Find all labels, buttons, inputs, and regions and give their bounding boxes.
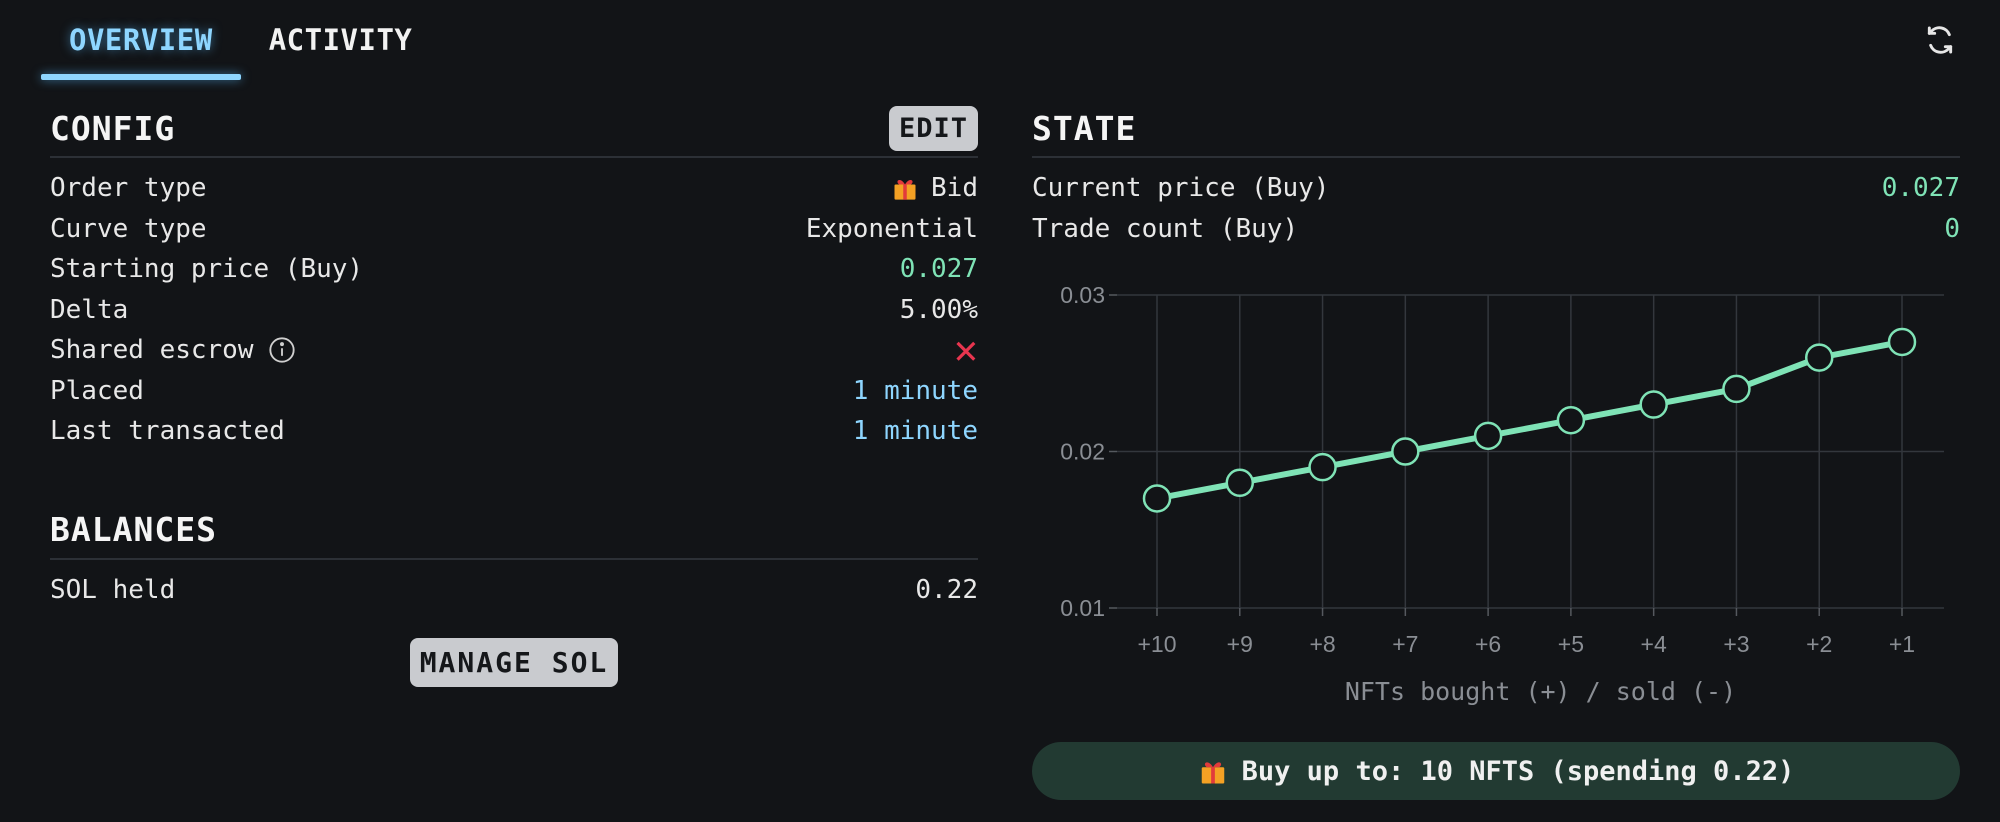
state-row-current-price: Current price (Buy) 0.027: [1032, 168, 1960, 209]
balance-row-sol-held: SOL held 0.22: [50, 570, 978, 611]
price-point[interactable]: [1308, 452, 1337, 482]
balances-rows: SOL held 0.22: [50, 570, 978, 611]
x-tick-label: +7: [1392, 631, 1418, 657]
x-tick-label: +5: [1558, 631, 1584, 657]
row-label: Curve type: [50, 213, 207, 244]
price-point[interactable]: [1722, 374, 1751, 404]
row-label: Current price (Buy): [1032, 173, 1330, 204]
row-label: Delta: [50, 294, 129, 325]
price-point[interactable]: [1391, 437, 1420, 466]
refresh-icon[interactable]: [1924, 24, 1956, 56]
starting-price-value: 0.027: [899, 254, 978, 285]
x-tick-label: +6: [1475, 631, 1501, 657]
price-point[interactable]: [1887, 327, 1917, 357]
config-header: CONFIG EDIT: [50, 100, 978, 158]
tab-bar: OVERVIEW ACTIVITY: [41, 0, 440, 80]
price-point[interactable]: [1804, 343, 1834, 372]
balances-title: BALANCES: [50, 510, 217, 549]
price-point[interactable]: [1473, 421, 1503, 451]
row-label: Order type: [50, 173, 207, 204]
curve-type-value: Exponential: [805, 213, 978, 244]
info-icon[interactable]: [268, 336, 296, 364]
tab-activity[interactable]: ACTIVITY: [241, 0, 441, 80]
row-label: SOL held: [50, 574, 176, 605]
x-tick-label: +2: [1806, 631, 1832, 657]
right-column: STATE Current price (Buy) 0.027 Trade co…: [1032, 100, 1960, 249]
buy-summary-pill: Buy up to: 10 NFTS (spending 0.22): [1032, 742, 1960, 800]
config-row-shared-escrow: Shared escrow ✕: [50, 330, 978, 371]
row-label: Placed: [50, 375, 144, 406]
left-column: CONFIG EDIT Order type Bid Curve type Ex…: [50, 100, 978, 687]
config-title: CONFIG: [50, 108, 176, 148]
x-tick-label: +10: [1137, 631, 1176, 657]
x-tick-label: +8: [1309, 631, 1335, 657]
y-tick-label: 0.01: [1060, 595, 1105, 621]
row-label: Trade count (Buy): [1032, 213, 1299, 244]
row-label: Last transacted: [50, 416, 285, 447]
config-row-last-transacted: Last transacted 1 minute: [50, 411, 978, 452]
row-label: Starting price (Buy): [50, 254, 364, 285]
order-type-value: Bid: [931, 173, 978, 204]
edit-button[interactable]: EDIT: [888, 105, 978, 151]
price-point[interactable]: [1639, 390, 1668, 419]
trade-count-value: 0: [1944, 213, 1960, 244]
manage-sol-button[interactable]: MANAGE SOL: [409, 638, 619, 687]
buy-summary-text: Buy up to: 10 NFTS (spending 0.22): [1241, 755, 1795, 787]
config-row-placed: Placed 1 minute: [50, 371, 978, 412]
manage-wrap: MANAGE SOL: [50, 638, 978, 687]
state-rows: Current price (Buy) 0.027 Trade count (B…: [1032, 168, 1960, 249]
placed-value[interactable]: 1 minute: [853, 376, 978, 406]
state-header: STATE: [1032, 100, 1960, 158]
state-row-trade-count: Trade count (Buy) 0: [1032, 209, 1960, 250]
row-value-order-type: Bid: [891, 173, 978, 203]
state-title: STATE: [1032, 108, 1137, 148]
x-tick-label: +3: [1723, 631, 1749, 657]
price-curve-line: [1154, 338, 1905, 502]
balances-section: BALANCES SOL held 0.22 MANAGE SOL: [50, 502, 978, 687]
price-point[interactable]: [1225, 468, 1255, 498]
price-point[interactable]: [1556, 405, 1586, 435]
x-axis-label: NFTs bought (+) / sold (-): [1345, 677, 1736, 706]
config-row-curve-type: Curve type Exponential: [50, 209, 978, 250]
y-tick-label: 0.03: [1060, 282, 1105, 308]
config-row-starting-price: Starting price (Buy) 0.027: [50, 249, 978, 290]
row-label: Shared escrow: [50, 335, 254, 366]
gift-icon: [1201, 762, 1224, 784]
x-tick-label: +1: [1889, 631, 1915, 657]
cross-icon: ✕: [953, 327, 978, 374]
price-curve-chart: 0.01 0.02 0.03 +10 +9 +8 +7 +6 +5 +4 +3 +2 +1 NFTs bo…: [1060, 282, 1944, 706]
x-tick-label: +9: [1227, 631, 1253, 657]
config-row-delta: Delta 5.00%: [50, 290, 978, 331]
delta-value: 5.00%: [899, 294, 978, 325]
y-tick-label: 0.02: [1060, 439, 1105, 465]
config-row-order-type: Order type Bid: [50, 168, 978, 209]
sol-held-value: 0.22: [915, 574, 978, 605]
x-tick-label: +4: [1641, 631, 1667, 657]
price-point[interactable]: [1142, 484, 1172, 513]
last-transacted-value[interactable]: 1 minute: [853, 416, 978, 446]
row-label-shared-escrow: Shared escrow: [50, 335, 296, 365]
balances-header: BALANCES: [50, 502, 978, 560]
tab-overview[interactable]: OVERVIEW: [41, 0, 241, 80]
config-rows: Order type Bid Curve type Exponential St…: [50, 168, 978, 452]
current-price-value: 0.027: [1881, 173, 1960, 204]
gift-icon: [894, 180, 916, 200]
